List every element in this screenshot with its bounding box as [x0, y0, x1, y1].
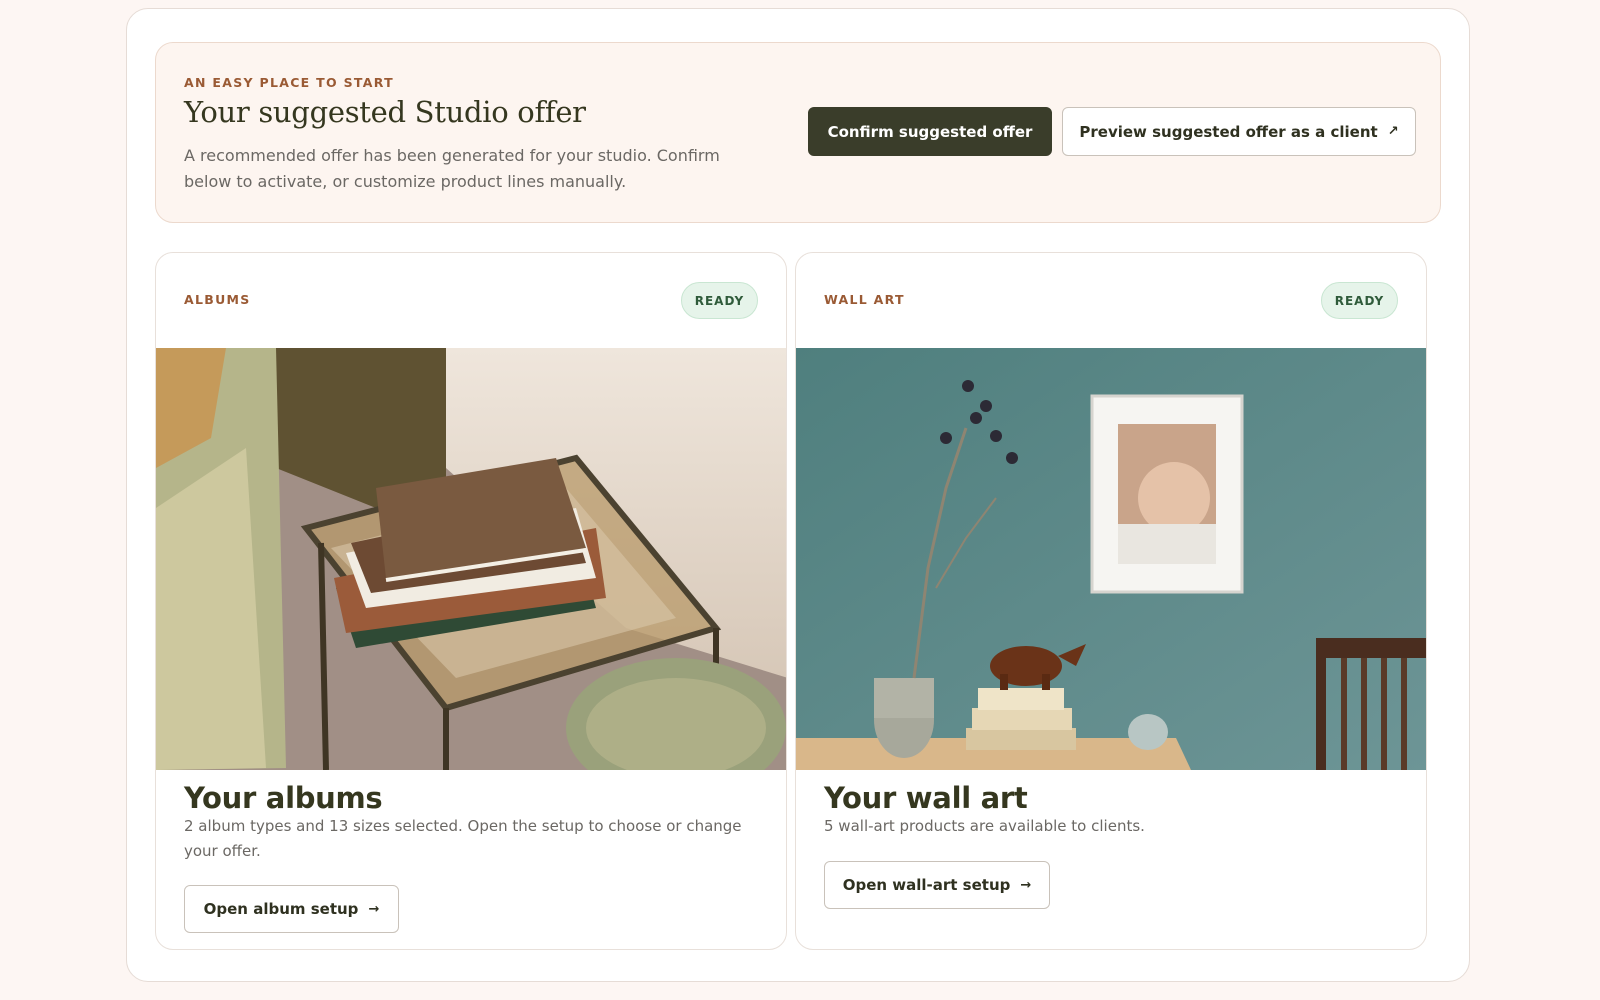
albums-photo	[156, 348, 786, 770]
wall-art-description: 5 wall-art products are available to cli…	[824, 817, 1145, 835]
hero-eyebrow: AN EASY PLACE TO START	[184, 75, 394, 90]
hero-title: Your suggested Studio offer	[184, 95, 586, 129]
hero-description: A recommended offer has been generated f…	[184, 146, 720, 191]
status-badge: READY	[681, 282, 758, 319]
albums-eyebrow: ALBUMS	[184, 292, 251, 307]
wall-art-eyebrow: WALL ART	[824, 292, 905, 307]
wall-art-title: Your wall art	[824, 781, 1028, 815]
studio-offer-panel: AN EASY PLACE TO START Your suggested St…	[126, 8, 1470, 982]
albums-description: 2 album types and 13 sizes selected. Ope…	[184, 817, 742, 860]
preview-button-label: Preview suggested offer as a client	[1079, 122, 1378, 141]
albums-title: Your albums	[184, 781, 383, 815]
status-badge: READY	[1321, 282, 1398, 319]
preview-offer-as-client-button[interactable]: Preview suggested offer as a client ↗	[1062, 107, 1416, 156]
confirm-button-label: Confirm suggested offer	[827, 122, 1033, 141]
open-wall-art-setup-button[interactable]: Open wall-art setup →	[824, 861, 1050, 909]
albums-card: ALBUMS READY Your albums 2 album types a…	[155, 252, 787, 950]
wall-art-card: WALL ART READY Your wall art 5 wall-art …	[795, 252, 1427, 950]
album-setup-label: Open album setup	[203, 900, 359, 918]
arrow-right-icon: →	[1020, 877, 1032, 893]
open-album-setup-button[interactable]: Open album setup →	[184, 885, 399, 933]
arrow-right-icon: →	[368, 901, 380, 917]
suggested-offer-banner: AN EASY PLACE TO START Your suggested St…	[155, 42, 1441, 223]
wall-art-setup-label: Open wall-art setup	[842, 876, 1011, 894]
external-arrow-icon: ↗	[1387, 124, 1399, 139]
confirm-suggested-offer-button[interactable]: Confirm suggested offer	[808, 107, 1052, 156]
wall-art-photo	[796, 348, 1426, 770]
